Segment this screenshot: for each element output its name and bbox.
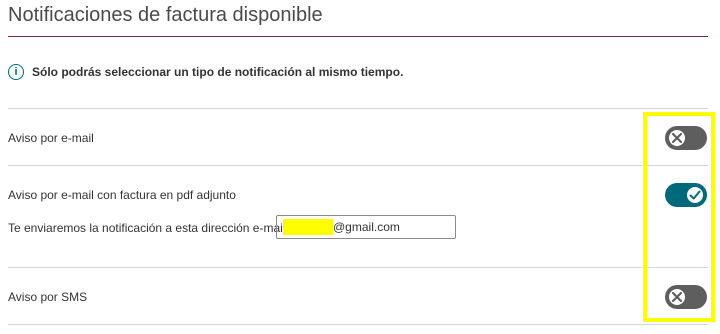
email-prompt-label: Te enviaremos la notificación a esta dir… bbox=[8, 221, 286, 235]
section-divider bbox=[8, 108, 708, 109]
option-email-label: Aviso por e-mail bbox=[8, 131, 94, 145]
row-divider bbox=[8, 165, 708, 166]
toggle-off-knob bbox=[667, 128, 687, 148]
close-icon bbox=[671, 132, 683, 144]
info-icon: i bbox=[8, 64, 24, 80]
option-email-pdf-label: Aviso por e-mail con factura en pdf adju… bbox=[8, 188, 236, 202]
info-message: i Sólo podrás seleccionar un tipo de not… bbox=[8, 64, 403, 80]
info-text: Sólo podrás seleccionar un tipo de notif… bbox=[32, 65, 404, 79]
title-divider bbox=[8, 36, 708, 37]
option-sms-label: Aviso por SMS bbox=[8, 290, 88, 304]
email-toggle[interactable] bbox=[665, 126, 707, 150]
redacted-email-user bbox=[283, 219, 333, 235]
row-divider bbox=[8, 324, 708, 325]
check-icon bbox=[689, 190, 701, 200]
email-address-field[interactable]: @gmail.com bbox=[276, 215, 456, 239]
toggle-off-knob bbox=[667, 287, 687, 307]
row-divider bbox=[8, 267, 708, 268]
close-icon bbox=[671, 291, 683, 303]
email-domain-text: @gmail.com bbox=[333, 220, 400, 234]
email-pdf-toggle[interactable] bbox=[665, 183, 707, 207]
toggle-on-knob bbox=[685, 185, 705, 205]
page-title: Notificaciones de factura disponible bbox=[8, 4, 323, 26]
sms-toggle[interactable] bbox=[665, 285, 707, 309]
